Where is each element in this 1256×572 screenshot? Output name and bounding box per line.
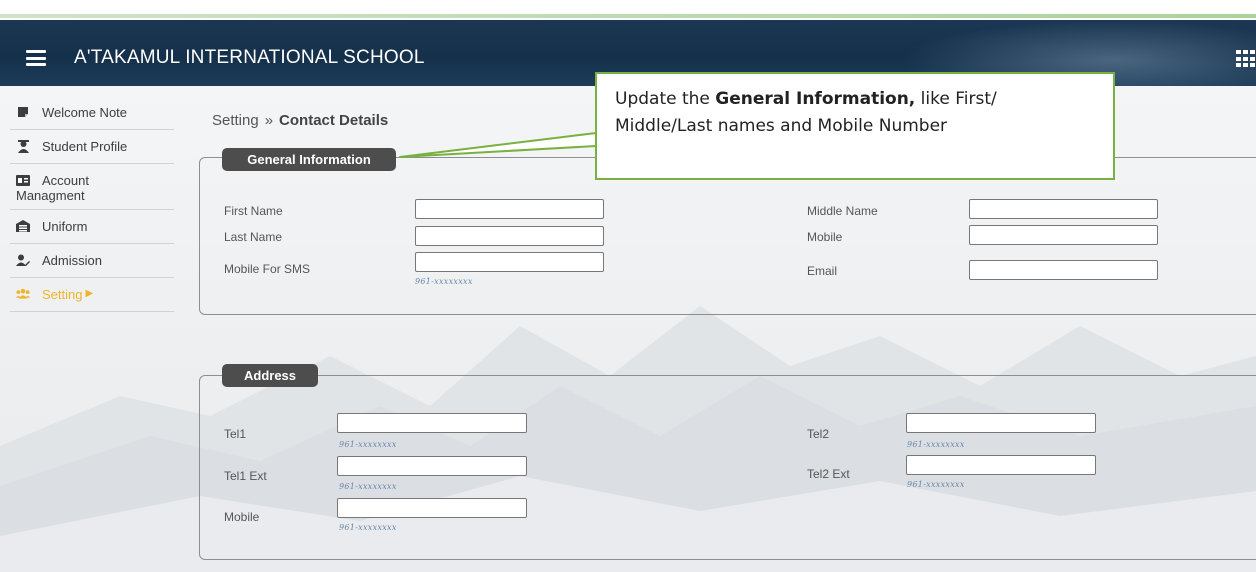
sidebar-item-admission[interactable]: Admission xyxy=(10,244,174,278)
sidebar-item-setting[interactable]: Setting ▶ xyxy=(10,278,174,312)
tel2-ext-input[interactable] xyxy=(906,455,1096,475)
mobile-label: Mobile xyxy=(807,230,843,244)
first-name-input[interactable] xyxy=(415,199,604,219)
general-information-legend: General Information xyxy=(222,148,396,171)
sidebar-item-welcome-note[interactable]: Welcome Note xyxy=(10,96,174,130)
tel1-ext-input[interactable] xyxy=(337,456,527,476)
accent-line xyxy=(0,14,1256,18)
sidebar-item-account-management[interactable]: Account Managment xyxy=(10,164,174,210)
sidebar-item-label: Account xyxy=(42,173,89,188)
last-name-label: Last Name xyxy=(224,230,283,244)
student-icon xyxy=(16,139,30,153)
address-legend: Address xyxy=(222,364,318,387)
tel2-hint: 961-xxxxxxxx xyxy=(907,440,965,449)
sidebar-item-label: Welcome Note xyxy=(42,105,128,120)
address-mobile-hint: 961-xxxxxxxx xyxy=(339,523,397,532)
mobile-sms-label: Mobile For SMS xyxy=(224,262,311,276)
tel2-label: Tel2 xyxy=(807,427,830,441)
sidebar-item-label: Admission xyxy=(42,253,102,268)
tel1-hint: 961-xxxxxxxx xyxy=(339,440,397,449)
tel2-ext-label: Tel2 Ext xyxy=(807,467,850,481)
callout-box: Update the General Information, like Fir… xyxy=(595,72,1115,180)
tel2-ext-hint: 961-xxxxxxxx xyxy=(907,480,965,489)
address-mobile-label: Mobile xyxy=(224,510,260,524)
breadcrumb-separator: » xyxy=(264,112,274,129)
note-icon xyxy=(16,105,30,119)
tel1-ext-label: Tel1 Ext xyxy=(224,469,267,483)
apps-grid-icon[interactable] xyxy=(1236,50,1256,68)
sidebar-item-label: Setting xyxy=(42,287,83,302)
id-card-icon xyxy=(16,174,30,188)
first-name-label: First Name xyxy=(224,204,283,218)
school-name: A'TAKAMUL INTERNATIONAL SCHOOL xyxy=(74,47,425,68)
tel1-label: Tel1 xyxy=(224,427,247,441)
top-strip xyxy=(0,0,1256,20)
sidebar-item-label: Uniform xyxy=(42,219,88,234)
breadcrumb-current: Contact Details xyxy=(279,112,389,129)
user-edit-icon xyxy=(16,253,30,267)
sidebar: Welcome Note Student Profile Account Man… xyxy=(10,96,174,312)
tel1-ext-hint: 961-xxxxxxxx xyxy=(339,482,397,491)
callout-text-bold: General Information, xyxy=(715,89,916,109)
email-label: Email xyxy=(807,264,838,278)
caret-right-icon: ▶ xyxy=(85,288,94,299)
callout-text-prefix: Update the xyxy=(615,89,716,109)
tel1-input[interactable] xyxy=(337,413,527,433)
callout-text-line1-suffix: like First/ xyxy=(915,89,997,109)
mobile-input[interactable] xyxy=(969,225,1158,245)
sidebar-item-student-profile[interactable]: Student Profile xyxy=(10,130,174,164)
sidebar-item-label: Student Profile xyxy=(42,139,128,154)
warehouse-icon xyxy=(16,219,30,233)
mobile-sms-hint: 961-xxxxxxxx xyxy=(415,277,473,286)
hamburger-menu-icon[interactable] xyxy=(26,50,46,66)
address-mobile-input[interactable] xyxy=(337,498,527,518)
middle-name-label: Middle Name xyxy=(807,204,878,218)
sidebar-item-label-line2: Managment xyxy=(16,188,85,203)
users-icon xyxy=(16,287,30,301)
email-input[interactable] xyxy=(969,260,1158,280)
mobile-sms-input[interactable] xyxy=(415,252,604,272)
middle-name-input[interactable] xyxy=(969,199,1158,219)
tel2-input[interactable] xyxy=(906,413,1096,433)
breadcrumb: Setting » Contact Details xyxy=(212,112,388,129)
last-name-input[interactable] xyxy=(415,226,604,246)
breadcrumb-parent[interactable]: Setting xyxy=(212,112,259,129)
sidebar-item-uniform[interactable]: Uniform xyxy=(10,210,174,244)
callout-text-line2: Middle/Last names and Mobile Number xyxy=(615,116,948,136)
